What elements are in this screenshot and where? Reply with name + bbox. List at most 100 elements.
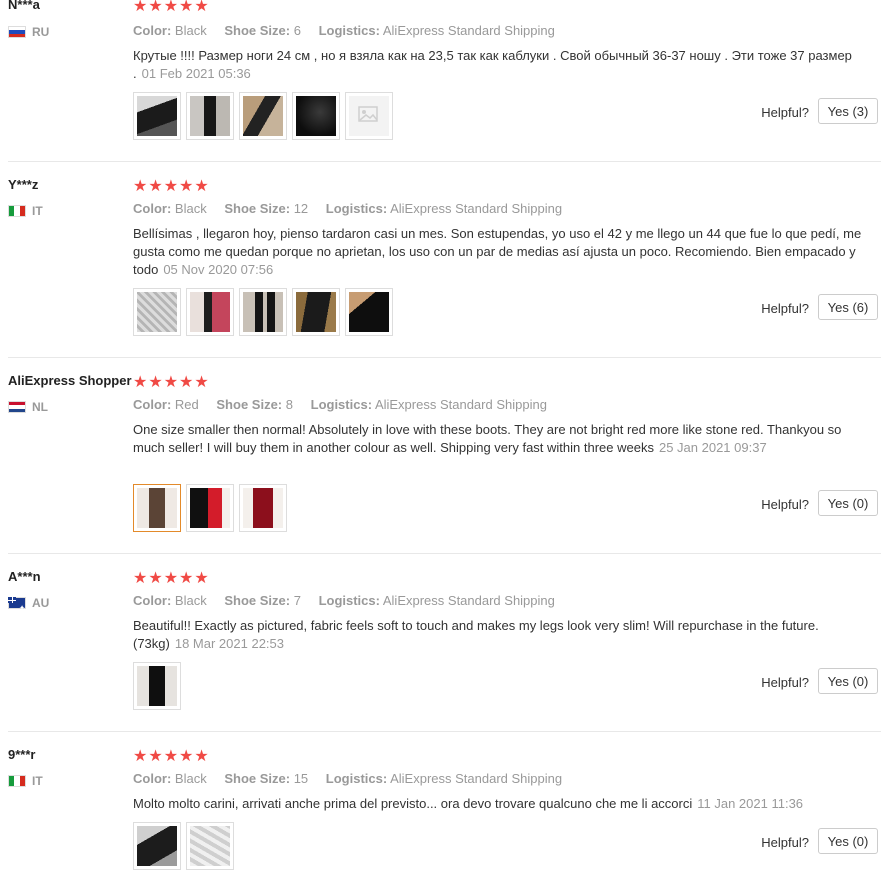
italy-flag-icon (8, 775, 26, 787)
helpful-label: Helpful? (761, 105, 809, 120)
review-text: One size smaller then normal! Absolutely… (133, 421, 868, 457)
shoe-size-label: Shoe Size: (224, 201, 291, 216)
helpful-label: Helpful? (761, 301, 809, 316)
reviewer-name: AliExpress Shopper (8, 373, 132, 388)
image-placeholder-icon (349, 96, 389, 136)
country-code: IT (32, 774, 43, 788)
reviewer-name: 9***r (8, 747, 36, 762)
color-label: Color: (133, 201, 172, 216)
review-attributes: Color: Black Shoe Size: 15 Logistics: Al… (133, 771, 576, 786)
helpful-yes-button[interactable]: Yes (3) (818, 98, 878, 124)
shoe-size-label: Shoe Size: (216, 397, 283, 412)
review-photo-thumbnail[interactable] (186, 484, 234, 532)
logistics-value: AliExpress Standard Shipping (374, 397, 547, 412)
star-rating: ★★★★★ (133, 374, 210, 391)
review-photo-thumbnail[interactable] (239, 288, 287, 336)
color-label: Color: (133, 23, 172, 38)
helpful-label: Helpful? (761, 675, 809, 690)
shoe-size-value: 7 (293, 593, 301, 608)
australia-flag-icon (8, 597, 26, 612)
review-photo-thumbnail[interactable] (133, 484, 181, 532)
review-photos (133, 288, 393, 336)
logistics-value: AliExpress Standard Shipping (390, 771, 563, 786)
shoe-size-value: 8 (285, 397, 293, 412)
color-label: Color: (133, 593, 172, 608)
review-text: Крутые !!!! Размер ноги 24 см , но я взя… (133, 47, 868, 83)
reviewer-country: IT (8, 204, 43, 218)
color-value: Black (174, 201, 207, 216)
review-photo-thumbnail[interactable] (186, 288, 234, 336)
review-photos (133, 662, 181, 710)
review-text: Beautiful!! Exactly as pictured, fabric … (133, 617, 868, 653)
logistics-label: Logistics: (325, 201, 388, 216)
color-value: Black (174, 23, 207, 38)
logistics-value: AliExpress Standard Shipping (382, 593, 555, 608)
netherlands-flag-icon (8, 401, 26, 413)
review-attributes: Color: Black Shoe Size: 7 Logistics: Ali… (133, 593, 569, 608)
reviewer-name: Y***z (8, 177, 39, 192)
review-photo-thumbnail[interactable] (133, 822, 181, 870)
country-code: IT (32, 204, 43, 218)
review-text: Molto molto carini, arrivati anche prima… (133, 795, 868, 813)
review-photo-thumbnail[interactable] (186, 822, 234, 870)
review-attributes: Color: Black Shoe Size: 12 Logistics: Al… (133, 201, 576, 216)
review-photos (133, 822, 234, 870)
logistics-label: Logistics: (318, 593, 380, 608)
reviewer-name: A***n (8, 569, 41, 584)
helpful-label: Helpful? (761, 497, 809, 512)
reviewer-country: AU (8, 596, 50, 612)
review-photo-thumbnail[interactable] (239, 484, 287, 532)
reviewer-country: RU (8, 25, 49, 39)
logistics-value: AliExpress Standard Shipping (390, 201, 563, 216)
star-rating: ★★★★★ (133, 178, 210, 195)
review-photo-thumbnail[interactable] (292, 92, 340, 140)
review-item: A***n AU ★★★★★ Color: Black Shoe Size: 7… (0, 554, 881, 732)
review-item: Y***z IT ★★★★★ Color: Black Shoe Size: 1… (0, 162, 881, 358)
russia-flag-icon (8, 26, 26, 38)
color-value: Red (174, 397, 199, 412)
logistics-value: AliExpress Standard Shipping (382, 23, 555, 38)
shoe-size-value: 12 (293, 201, 309, 216)
helpful-yes-button[interactable]: Yes (0) (818, 490, 878, 516)
color-value: Black (174, 771, 207, 786)
review-photo-thumbnail[interactable] (133, 662, 181, 710)
helpful-yes-button[interactable]: Yes (0) (818, 668, 878, 694)
review-item: AliExpress Shopper NL ★★★★★ Color: Red S… (0, 358, 881, 554)
review-date: 05 Nov 2020 07:56 (163, 262, 274, 277)
reviewer-country: NL (8, 400, 48, 414)
shoe-size-value: 15 (293, 771, 309, 786)
color-value: Black (174, 593, 207, 608)
no-photo-thumbnail[interactable] (345, 92, 393, 140)
review-attributes: Color: Red Shoe Size: 8 Logistics: AliEx… (133, 397, 561, 412)
shoe-size-value: 6 (293, 23, 301, 38)
review-photo-thumbnail[interactable] (186, 92, 234, 140)
country-code: RU (32, 25, 50, 39)
review-item: 9***r IT ★★★★★ Color: Black Shoe Size: 1… (0, 732, 881, 881)
review-date: 01 Feb 2021 05:36 (141, 66, 251, 81)
shoe-size-label: Shoe Size: (224, 593, 291, 608)
review-photo-thumbnail[interactable] (239, 92, 287, 140)
review-photo-thumbnail[interactable] (292, 288, 340, 336)
review-photo-thumbnail[interactable] (345, 288, 393, 336)
review-text: Bellísimas , llegaron hoy, pienso tardar… (133, 225, 868, 279)
review-body: Molto molto carini, arrivati anche prima… (133, 796, 693, 811)
helpful-yes-button[interactable]: Yes (6) (818, 294, 878, 320)
reviewer-name: N***a (8, 0, 40, 12)
helpful-label: Helpful? (761, 835, 809, 850)
color-label: Color: (133, 771, 172, 786)
color-label: Color: (133, 397, 172, 412)
shoe-size-label: Shoe Size: (224, 23, 291, 38)
review-photo-thumbnail[interactable] (133, 92, 181, 140)
reviewer-country: IT (8, 774, 43, 788)
logistics-label: Logistics: (325, 771, 388, 786)
review-photo-thumbnail[interactable] (133, 288, 181, 336)
logistics-label: Logistics: (318, 23, 380, 38)
country-code: AU (32, 596, 50, 610)
logistics-label: Logistics: (310, 397, 373, 412)
review-photos (133, 484, 287, 532)
italy-flag-icon (8, 205, 26, 217)
helpful-yes-button[interactable]: Yes (0) (818, 828, 878, 854)
review-photos (133, 92, 393, 140)
review-date: 11 Jan 2021 11:36 (697, 796, 804, 811)
star-rating: ★★★★★ (133, 0, 210, 15)
